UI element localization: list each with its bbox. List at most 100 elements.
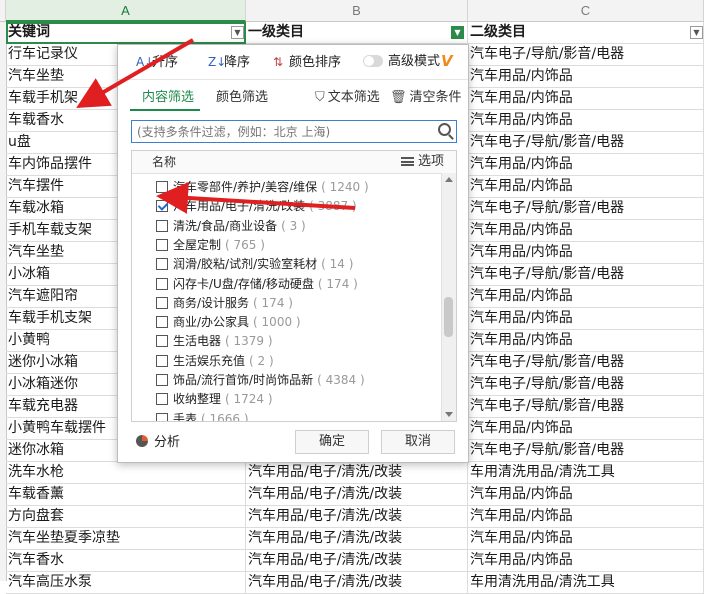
cat2-cell[interactable]: 汽车用品/内饰品 (468, 550, 704, 571)
scrollbar-thumb[interactable] (444, 297, 453, 337)
filter-list-item[interactable]: 商业/办公家具( 1000 ) (156, 313, 301, 331)
filter-list-item[interactable]: 闪存卡/U盘/存储/移动硬盘( 174 ) (156, 275, 358, 293)
corner-select-all[interactable] (0, 0, 6, 22)
filter-list-item[interactable]: 润滑/胶粘/试剂/实验室耗材( 14 ) (156, 255, 353, 273)
checkbox[interactable] (156, 258, 168, 271)
list-scrollbar[interactable] (441, 173, 456, 421)
cat2-cell[interactable]: 汽车用品/内饰品 (468, 176, 704, 197)
checkbox[interactable] (156, 393, 168, 406)
cat2-cell[interactable]: 汽车用品/内饰品 (468, 506, 704, 527)
clear-conditions-button[interactable]: 🗑 清空条件 (390, 89, 462, 107)
checkbox[interactable] (156, 296, 168, 309)
header-cell-keyword[interactable]: 关键词 (6, 22, 246, 43)
keyword-cell[interactable]: 方向盘套 (6, 506, 246, 527)
checkbox[interactable] (156, 238, 168, 251)
keyword-cell[interactable]: 汽车香水 (6, 550, 246, 571)
checkbox[interactable] (156, 374, 168, 386)
checkbox[interactable] (156, 412, 168, 421)
keyword-cell[interactable]: 车载香薰 (6, 484, 246, 505)
filter-list-item[interactable]: 汽车用品/电子/清洗/改装( 3887 ) (156, 197, 357, 215)
text-filter-button[interactable]: ⛉ 文本筛选 (315, 89, 380, 107)
filter-dropdown-icon[interactable]: ▼ (231, 26, 244, 39)
checkbox[interactable] (156, 181, 168, 193)
analyze-button[interactable]: 分析 (136, 434, 180, 452)
cat2-cell[interactable]: 汽车用品/内饰品 (468, 528, 704, 549)
checkbox[interactable] (156, 354, 168, 367)
cat2-cell[interactable]: 车用清洗用品/清洗工具 (468, 572, 704, 593)
filter-list-item[interactable]: 收纳整理( 1724 ) (156, 390, 273, 408)
cat1-cell[interactable]: 汽车用品/电子/清洗/改装 (246, 506, 468, 527)
checkbox[interactable] (156, 277, 168, 290)
sort-desc-button[interactable]: Z↓降序 (208, 53, 250, 71)
cat2-cell[interactable]: 汽车用品/内饰品 (468, 154, 704, 175)
filter-list-item[interactable]: 手表( 1666 ) (156, 410, 249, 422)
cat2-cell[interactable]: 汽车用品/内饰品 (468, 88, 704, 109)
cat1-cell[interactable]: 汽车用品/电子/清洗/改装 (246, 462, 468, 483)
filter-panel: A↓升序 Z↓降序 ⇅ 颜色排序 高级模式 V 内容筛选 颜色筛选 ⛉ 文本筛选 🗑… (117, 44, 469, 463)
sort-color-button[interactable]: ⇅ 颜色排序 (273, 53, 341, 71)
keyword-cell[interactable]: 汽车坐垫夏季凉垫 (6, 528, 246, 549)
ok-button[interactable]: 确定 (295, 430, 369, 454)
advanced-mode-toggle[interactable] (363, 55, 383, 67)
filter-item-label: 闪存卡/U盘/存储/移动硬盘 (173, 276, 314, 291)
cat1-cell[interactable]: 汽车用品/电子/清洗/改装 (246, 528, 468, 549)
list-header: 名称 选项 (132, 151, 456, 174)
cat2-cell[interactable]: 汽车电子/导航/影音/电器 (468, 396, 704, 417)
list-options-button[interactable]: 选项 (401, 153, 444, 171)
cat2-cell[interactable]: 汽车电子/导航/影音/电器 (468, 132, 704, 153)
cat2-cell[interactable]: 汽车电子/导航/影音/电器 (468, 264, 704, 285)
cat2-cell[interactable]: 汽车电子/导航/影音/电器 (468, 44, 704, 65)
cancel-button[interactable]: 取消 (381, 430, 455, 454)
filter-list-item[interactable]: 商务/设计服务( 174 ) (156, 294, 293, 312)
cat2-cell[interactable]: 汽车用品/内饰品 (468, 418, 704, 439)
keyword-cell[interactable]: 汽车高压水泵 (6, 572, 246, 593)
cat2-cell[interactable]: 汽车电子/导航/影音/电器 (468, 352, 704, 373)
cat2-cell[interactable]: 汽车用品/内饰品 (468, 242, 704, 263)
cat2-cell[interactable]: 汽车用品/内饰品 (468, 110, 704, 131)
tab-content-filter[interactable]: 内容筛选 (142, 89, 194, 107)
filter-list-item[interactable]: 全屋定制( 765 ) (156, 236, 265, 254)
checkbox[interactable] (156, 335, 168, 348)
column-header-b[interactable]: B (246, 0, 468, 22)
cat2-cell[interactable]: 汽车用品/内饰品 (468, 330, 704, 351)
filter-active-icon[interactable]: ▼ (451, 26, 464, 39)
checkbox[interactable] (156, 219, 168, 232)
filter-search-input[interactable] (132, 121, 429, 143)
cat2-cell[interactable]: 汽车用品/内饰品 (468, 308, 704, 329)
checkbox[interactable] (156, 316, 168, 329)
cat2-cell[interactable]: 汽车电子/导航/影音/电器 (468, 440, 704, 461)
filter-dropdown-icon[interactable]: ▼ (690, 26, 703, 39)
cat2-cell[interactable]: 车用清洗用品/清洗工具 (468, 462, 704, 483)
cat1-cell[interactable]: 汽车用品/电子/清洗/改装 (246, 572, 468, 593)
cat2-cell[interactable]: 汽车用品/内饰品 (468, 286, 704, 307)
column-header-a[interactable]: A (6, 0, 246, 22)
column-header-c[interactable]: C (468, 0, 704, 22)
vip-logo-icon[interactable]: V (441, 52, 453, 70)
cat2-cell[interactable]: 汽车电子/导航/影音/电器 (468, 198, 704, 219)
filter-list-item[interactable]: 生活电器( 1379 ) (156, 332, 273, 350)
sort-bar: A↓升序 Z↓降序 ⇅ 颜色排序 高级模式 V (118, 45, 468, 80)
cat2-cell[interactable]: 汽车电子/导航/影音/电器 (468, 374, 704, 395)
sort-asc-button[interactable]: A↓升序 (136, 53, 178, 71)
filter-list-item[interactable]: 生活娱乐充值( 2 ) (156, 352, 274, 370)
checkbox[interactable] (156, 200, 168, 213)
table-row: 洗车水枪 汽车用品/电子/清洗/改装 车用清洗用品/清洗工具 (6, 462, 704, 484)
scroll-down-icon[interactable] (445, 412, 453, 417)
cat2-cell[interactable]: 汽车用品/内饰品 (468, 484, 704, 505)
filter-list-item[interactable]: 清洗/食品/商业设备( 3 ) (156, 217, 306, 235)
keyword-cell[interactable]: 洗车水枪 (6, 462, 246, 483)
header-cell-cat2[interactable]: 二级类目 (468, 22, 704, 43)
search-icon[interactable] (438, 123, 451, 136)
scroll-up-icon[interactable] (445, 177, 453, 182)
cat1-cell[interactable]: 汽车用品/电子/清洗/改装 (246, 484, 468, 505)
filter-item-count: ( 1724 ) (225, 392, 273, 407)
cat1-cell[interactable]: 汽车用品/电子/清洗/改装 (246, 550, 468, 571)
header-cell-cat1[interactable]: 一级类目 (246, 22, 468, 43)
filter-item-label: 生活娱乐充值 (173, 353, 246, 368)
tab-color-filter[interactable]: 颜色筛选 (216, 89, 268, 107)
filter-list-item[interactable]: 饰品/流行首饰/时尚饰品新( 4384 ) (156, 371, 365, 389)
filter-item-label: 手表 (173, 411, 198, 422)
cat2-cell[interactable]: 汽车用品/内饰品 (468, 220, 704, 241)
filter-list-item[interactable]: 汽车零部件/养护/美容/维保( 1240 ) (156, 178, 369, 196)
cat2-cell[interactable]: 汽车用品/内饰品 (468, 66, 704, 87)
